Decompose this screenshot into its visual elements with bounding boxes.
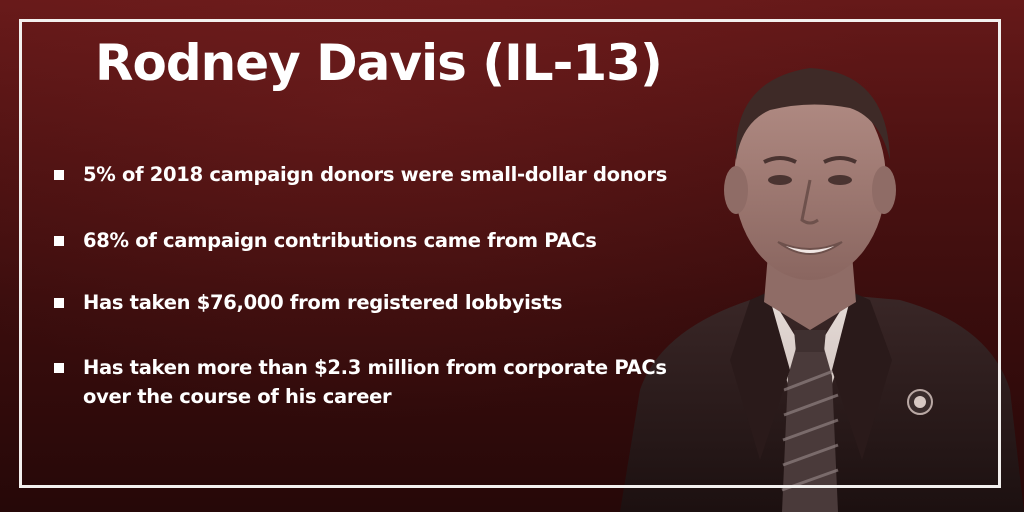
square-bullet-icon bbox=[54, 298, 64, 308]
fact-text: Has taken $76,000 from registered lobbyi… bbox=[83, 291, 563, 314]
square-bullet-icon bbox=[54, 236, 64, 246]
graphic-card: Rodney Davis (IL-13) 5% of 2018 campaign… bbox=[0, 0, 1024, 512]
list-item: 68% of campaign contributions came from … bbox=[50, 226, 670, 255]
portrait-photo bbox=[620, 68, 1024, 512]
square-bullet-icon bbox=[54, 363, 64, 373]
fact-text: Has taken more than $2.3 million from co… bbox=[83, 356, 667, 408]
fact-text: 68% of campaign contributions came from … bbox=[83, 229, 597, 252]
list-item: Has taken more than $2.3 million from co… bbox=[50, 353, 670, 411]
square-bullet-icon bbox=[54, 170, 64, 180]
list-item: 5% of 2018 campaign donors were small-do… bbox=[50, 160, 670, 189]
tie-knot bbox=[794, 330, 826, 352]
fact-text: 5% of 2018 campaign donors were small-do… bbox=[83, 163, 668, 186]
list-item: Has taken $76,000 from registered lobbyi… bbox=[50, 288, 670, 317]
page-title: Rodney Davis (IL-13) bbox=[95, 34, 663, 92]
